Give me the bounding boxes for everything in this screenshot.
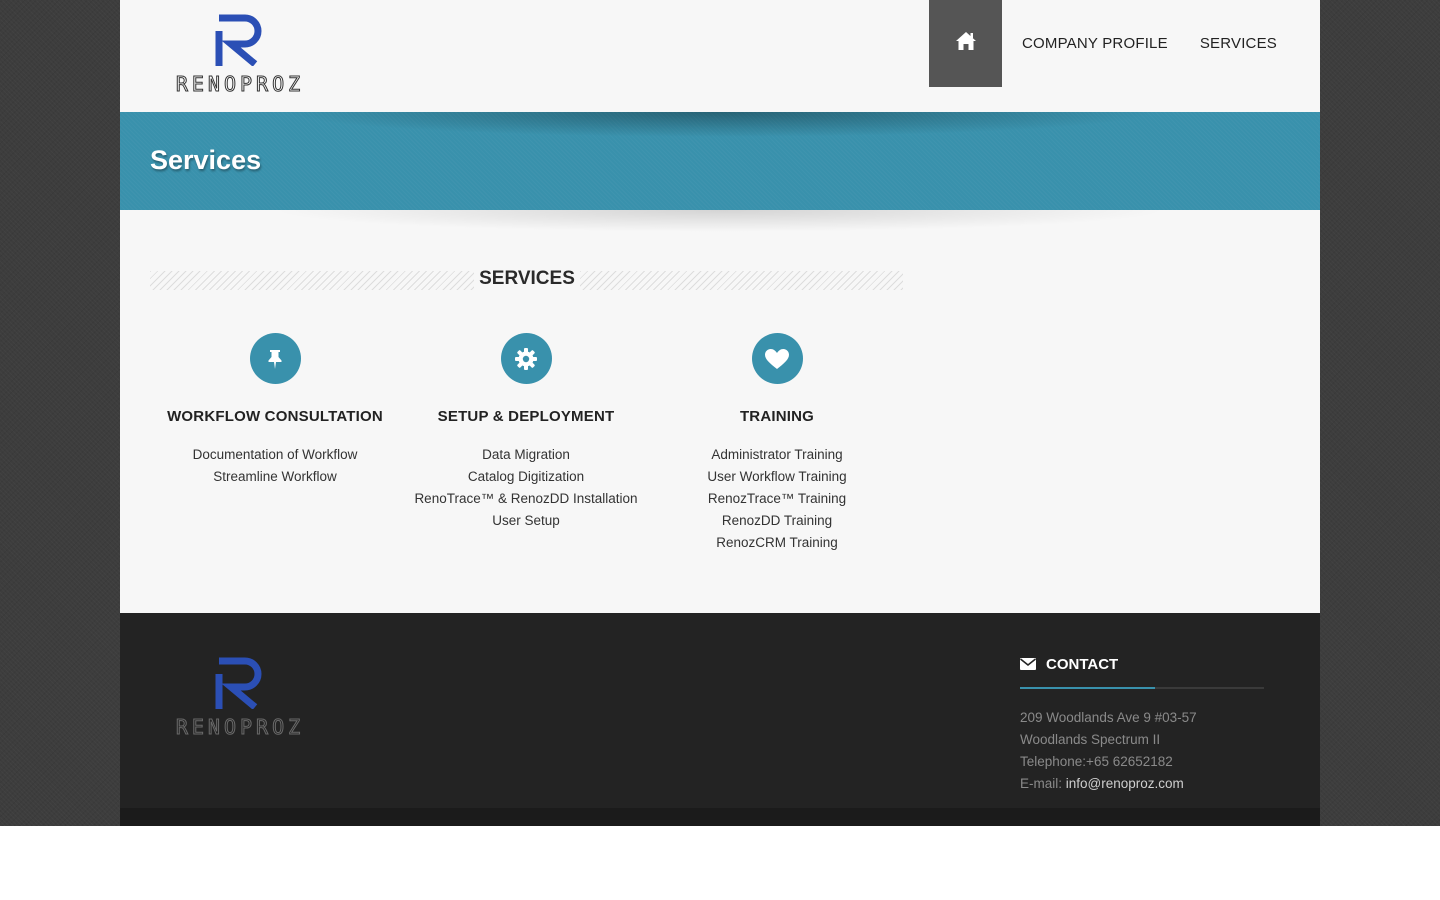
main-nav: COMPANY PROFILE SERVICES [929, 0, 1320, 87]
contact-heading: CONTACT [1020, 653, 1264, 675]
page-banner: Services [120, 112, 1320, 210]
service-title: SETUP & DEPLOYMENT [437, 408, 615, 425]
site-footer: RENOPROZ CONTACT 209 Woodlands Ave 9 #03… [120, 613, 1320, 808]
footer-bottom-bar [120, 808, 1320, 826]
section-heading-text: SERVICES [479, 268, 575, 289]
heading-divider-left [150, 271, 474, 290]
banner-bottom-shadow [270, 210, 1170, 232]
page-container: RENOPROZ COMPANY PROFILE SERVICES Servic… [120, 0, 1320, 826]
contact-block: CONTACT 209 Woodlands Ave 9 #03-57 Woodl… [1020, 653, 1264, 795]
contact-telephone: Telephone:+65 62652182 [1020, 754, 1173, 769]
heading-divider-right [580, 271, 903, 290]
contact-email-row: E-mail: info@renoproz.com [1020, 773, 1264, 795]
contact-address-line2: Woodlands Spectrum II [1020, 732, 1161, 747]
envelope-icon [1020, 658, 1036, 670]
logo-mark [215, 14, 262, 66]
home-icon [955, 31, 976, 50]
service-list: Data Migration Catalog Digitization Reno… [401, 444, 651, 532]
page-title: Services [150, 145, 262, 175]
contact-email-label: E-mail: [1020, 776, 1066, 791]
service-workflow-consultation: WORKFLOW CONSULTATION Documentation of W… [150, 333, 400, 488]
contact-details: 209 Woodlands Ave 9 #03-57 Woodlands Spe… [1020, 707, 1264, 795]
list-item: RenozDD Training [721, 513, 833, 528]
contact-address-line1: 209 Woodlands Ave 9 #03-57 [1020, 710, 1197, 725]
service-training: TRAINING Administrator Training User Wor… [652, 333, 902, 554]
service-list: Administrator Training User Workflow Tra… [652, 444, 902, 554]
logo-mark [215, 657, 262, 709]
list-item: RenozCRM Training [716, 535, 838, 550]
list-item: User Setup [492, 513, 560, 528]
site-logo[interactable]: RENOPROZ [160, 14, 320, 97]
list-item: Catalog Digitization [467, 469, 585, 484]
service-title: TRAINING [739, 408, 815, 425]
service-list: Documentation of Workflow Streamline Wor… [150, 444, 400, 488]
contact-email-link[interactable]: info@renoproz.com [1066, 776, 1184, 791]
service-setup-deployment: SETUP & DEPLOYMENT Data Migration Catalo… [401, 333, 651, 532]
pushpin-icon [249, 333, 301, 384]
list-item: Data Migration [482, 447, 570, 462]
nav-item-services[interactable]: SERVICES [1184, 0, 1320, 87]
contact-divider [1020, 687, 1264, 689]
nav-home-button[interactable] [929, 0, 1002, 87]
list-item: RenoTrace™ & RenozDD Installation [414, 491, 638, 506]
nav-item-company-profile[interactable]: COMPANY PROFILE [1002, 0, 1184, 87]
footer-logo-text: RENOPROZ [175, 715, 305, 740]
banner-shadow [270, 112, 1170, 138]
service-title: WORKFLOW CONSULTATION [167, 408, 383, 425]
heart-icon [751, 333, 803, 384]
list-item: Documentation of Workflow [192, 447, 358, 462]
list-item: RenozTrace™ Training [707, 491, 847, 506]
logo-text: RENOPROZ [175, 72, 305, 97]
gear-icon [500, 333, 552, 384]
list-item: Administrator Training [711, 447, 843, 462]
site-header: RENOPROZ COMPANY PROFILE SERVICES [120, 0, 1320, 112]
contact-title: CONTACT [1046, 655, 1119, 673]
footer-logo[interactable]: RENOPROZ [160, 657, 320, 740]
list-item: Streamline Workflow [213, 469, 337, 484]
section-heading: SERVICES [150, 266, 903, 294]
list-item: User Workflow Training [707, 469, 847, 484]
